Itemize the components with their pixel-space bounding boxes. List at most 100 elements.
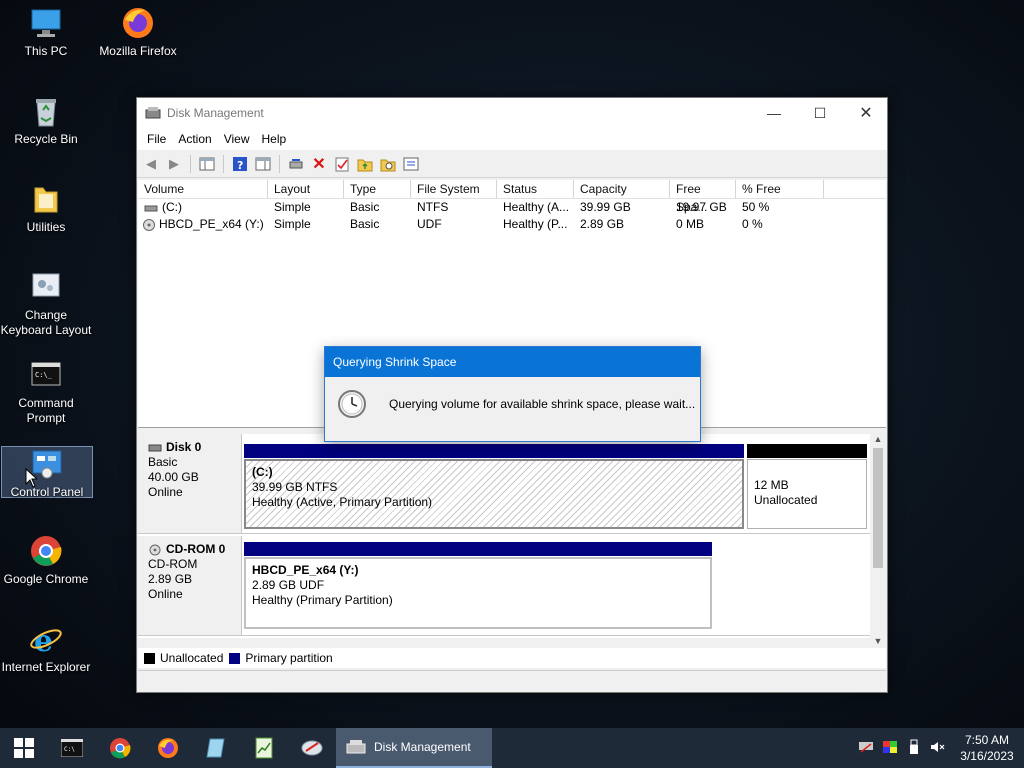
- legend-label-unallocated: Unallocated: [160, 651, 224, 665]
- settings-list-icon[interactable]: [401, 154, 421, 174]
- svg-text:e: e: [34, 624, 53, 656]
- network-adapter-icon[interactable]: [854, 740, 878, 757]
- disk-name: CD-ROM 0: [166, 542, 226, 556]
- partition-size: 12 MB: [754, 478, 789, 492]
- taskbar: C:\ Disk Management 7:50 AM 3/16/2023: [0, 728, 1024, 768]
- desktop-icon-internet-explorer[interactable]: e Internet Explorer: [0, 622, 92, 675]
- desktop-icon-utilities[interactable]: Utilities: [0, 182, 92, 235]
- taskbar-clock[interactable]: 7:50 AM 3/16/2023: [950, 732, 1024, 764]
- disk-management-icon: [346, 740, 366, 754]
- internet-explorer-icon: e: [29, 622, 63, 659]
- taskbar-command-prompt[interactable]: C:\: [48, 728, 96, 768]
- dialog-title[interactable]: Querying Shrink Space: [325, 347, 700, 377]
- maximize-button[interactable]: ☐: [797, 98, 843, 128]
- column-header-volume[interactable]: Volume: [138, 180, 268, 198]
- usb-device-icon[interactable]: [902, 739, 926, 758]
- column-header-layout[interactable]: Layout: [268, 180, 344, 198]
- desktop-icon-label: Utilities: [26, 220, 66, 234]
- open-folder-icon[interactable]: [355, 154, 375, 174]
- disk-size: 40.00 GB: [148, 470, 199, 484]
- svg-text:C:\: C:\: [64, 746, 75, 753]
- scroll-up-arrow-icon[interactable]: ▲: [870, 434, 886, 448]
- partition-status: Healthy (Primary Partition): [252, 593, 393, 607]
- svg-text:C:\_: C:\_: [35, 371, 53, 379]
- primary-partition-bar: [244, 444, 744, 458]
- legend-swatch-unallocated: [144, 652, 155, 664]
- search-folder-icon[interactable]: [378, 154, 398, 174]
- table-row[interactable]: HBCD_PE_x64 (Y:) Simple Basic UDF Health…: [138, 216, 886, 233]
- console-tree-icon[interactable]: [197, 154, 217, 174]
- partition-unallocated[interactable]: 12 MB Unallocated: [747, 444, 867, 529]
- menu-action[interactable]: Action: [172, 132, 217, 146]
- cell-file-system: UDF: [417, 217, 442, 231]
- taskbar-firefox[interactable]: [144, 728, 192, 768]
- display-color-icon[interactable]: [878, 740, 902, 757]
- partition-title: (C:): [252, 465, 273, 479]
- column-header-status[interactable]: Status: [497, 180, 574, 198]
- cell-layout: Simple: [274, 217, 311, 231]
- scroll-thumb[interactable]: [873, 448, 883, 568]
- desktop-icon-keyboard-layout[interactable]: Change Keyboard Layout: [0, 270, 92, 338]
- column-header-type[interactable]: Type: [344, 180, 411, 198]
- connect-disk-icon[interactable]: [286, 154, 306, 174]
- forward-arrow-icon[interactable]: ▶: [164, 154, 184, 174]
- disk-info-panel[interactable]: CD-ROM 0 CD-ROM 2.89 GB Online: [138, 536, 242, 635]
- taskbar-disk-management[interactable]: Disk Management: [336, 728, 492, 768]
- partition-status: Unallocated: [754, 493, 818, 507]
- partition-size: 2.89 GB UDF: [252, 578, 325, 592]
- disk-management-icon: [145, 107, 161, 119]
- desktop-icon-chrome[interactable]: Google Chrome: [0, 534, 92, 587]
- column-header-capacity[interactable]: Capacity: [574, 180, 670, 198]
- disk-row-cdrom-0: CD-ROM 0 CD-ROM 2.89 GB Online HBCD_PE_x…: [138, 536, 870, 636]
- cd-drive-icon: [149, 544, 161, 555]
- taskbar-chart-app[interactable]: [240, 728, 288, 768]
- desktop-icon-firefox[interactable]: Mozilla Firefox: [92, 6, 184, 59]
- minimize-button[interactable]: —: [751, 98, 797, 128]
- partition-c[interactable]: (C:) 39.99 GB NTFS Healthy (Active, Prim…: [244, 444, 744, 529]
- title-bar[interactable]: Disk Management — ☐ ✕: [137, 98, 887, 128]
- column-header-file-system[interactable]: File System: [411, 180, 497, 198]
- speaker-muted-icon[interactable]: [926, 740, 950, 757]
- clock-icon: [338, 390, 366, 418]
- show-hide-pane-icon[interactable]: [253, 154, 273, 174]
- disk-state: Online: [148, 587, 183, 601]
- cell-status: Healthy (P...: [503, 217, 568, 231]
- column-header-percent-free[interactable]: % Free: [736, 180, 824, 198]
- partition-y[interactable]: HBCD_PE_x64 (Y:) 2.89 GB UDF Healthy (Pr…: [244, 542, 712, 629]
- disk-row-disk-0: Disk 0 Basic 40.00 GB Online (C:) 39.99 …: [138, 434, 870, 534]
- delete-icon[interactable]: ✕: [309, 154, 329, 174]
- start-button[interactable]: [0, 728, 48, 768]
- disk-name: Disk 0: [166, 440, 202, 454]
- taskbar-chrome[interactable]: [96, 728, 144, 768]
- back-arrow-icon[interactable]: ◀: [141, 154, 161, 174]
- close-button[interactable]: ✕: [843, 98, 889, 128]
- toolbar-separator: [190, 154, 191, 173]
- properties-icon[interactable]: [332, 154, 352, 174]
- disk-info-panel[interactable]: Disk 0 Basic 40.00 GB Online: [138, 434, 242, 533]
- cell-free-space: 19.97 GB: [676, 200, 727, 214]
- legend: Unallocated Primary partition: [138, 648, 886, 668]
- menu-help[interactable]: Help: [256, 132, 293, 146]
- disk-kind: CD-ROM: [148, 557, 198, 571]
- help-icon[interactable]: ?: [230, 154, 250, 174]
- table-row[interactable]: (C:) Simple Basic NTFS Healthy (A... 39.…: [138, 199, 886, 216]
- partition-size: 39.99 GB NTFS: [252, 480, 338, 494]
- desktop-icon-control-panel[interactable]: Control Panel: [1, 446, 93, 499]
- desktop-icon-this-pc[interactable]: This PC: [0, 6, 92, 59]
- taskbar-notepad[interactable]: [192, 728, 240, 768]
- cell-status: Healthy (A...: [503, 200, 570, 214]
- desktop-icon-label: Control Panel: [10, 485, 84, 499]
- querying-shrink-space-dialog: Querying Shrink Space Querying volume fo…: [324, 346, 701, 442]
- disk-icon: [148, 444, 162, 451]
- cell-free-space: 0 MB: [676, 217, 705, 231]
- desktop-icon-label: Recycle Bin: [14, 132, 78, 146]
- desktop-icon-command-prompt[interactable]: C:\_ Command Prompt: [0, 358, 92, 426]
- column-header-free-space[interactable]: Free Spa...: [670, 180, 736, 214]
- vertical-scrollbar[interactable]: ▲ ▼: [870, 434, 886, 648]
- recycle-bin-icon: [29, 94, 63, 128]
- taskbar-tool-app[interactable]: [288, 728, 336, 768]
- menu-file[interactable]: File: [141, 132, 172, 146]
- desktop-icon-recycle-bin[interactable]: Recycle Bin: [0, 94, 92, 147]
- menu-view[interactable]: View: [218, 132, 256, 146]
- scroll-down-arrow-icon[interactable]: ▼: [870, 636, 886, 646]
